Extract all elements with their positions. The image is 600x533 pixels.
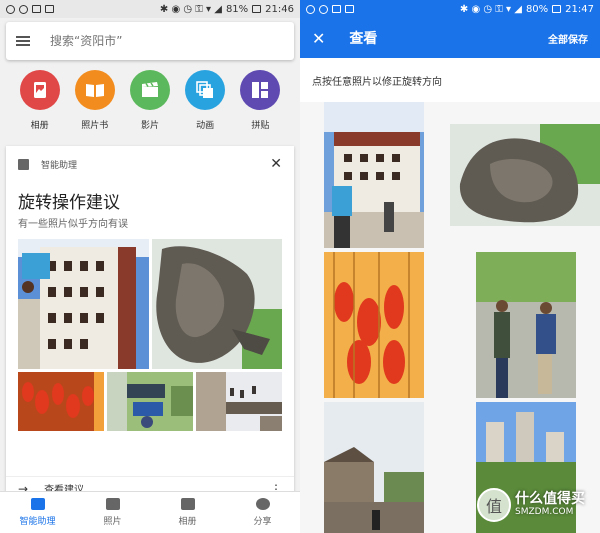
save-all-button[interactable]: 全部保存 <box>548 31 588 46</box>
watermark-text: 什么值得买 SMZDM.COM <box>515 491 585 517</box>
card-header-label: 智能助理 <box>41 160 78 171</box>
battery-level: 80% <box>525 3 549 15</box>
nav-label: 智能助理 <box>19 517 56 527</box>
watermark-line1: 什么值得买 <box>515 491 585 508</box>
photobook-icon[interactable] <box>74 70 115 110</box>
photo-thumbnail[interactable] <box>18 372 104 431</box>
photos-nav-icon <box>105 498 120 510</box>
suggestion-photo-grid <box>18 239 282 431</box>
nav-label: 分享 <box>253 517 272 527</box>
sharing-nav-icon <box>255 498 270 510</box>
assistant-icon <box>18 158 29 170</box>
activity-notification-icon <box>345 5 354 13</box>
create-actions: 相册 照片书 影片 动画 拼贴 <box>0 70 300 131</box>
watermark: 值 什么值得买 SMZDM.COM <box>477 488 585 522</box>
card-title: 旋转操作建议 <box>18 193 120 213</box>
app-notification-icon <box>306 4 315 14</box>
menu-icon[interactable] <box>16 36 30 46</box>
albums-nav-icon <box>180 498 195 510</box>
photo-thumbnail[interactable] <box>196 372 282 431</box>
action-label: 相册 <box>30 121 49 131</box>
photo-thumbnail[interactable] <box>324 402 424 533</box>
status-bar: ✱ ◉ ◷ ⚿ ▾ ◢ 81% 21:46 <box>0 0 300 18</box>
rotation-suggestion-card[interactable]: 智能助理 ✕ 旋转操作建议 有一些照片似乎方向有误 → ⋮ <box>6 146 294 496</box>
right-screen: ✱ ◉ ◷ ⚿ ▾ ◢ 80% 21:47 ✕ 查看 全部保存 点按任意照片以修… <box>300 0 600 533</box>
photo-thumbnail[interactable] <box>324 252 424 398</box>
notification-icons <box>6 4 54 14</box>
photo-thumbnail[interactable] <box>476 252 576 398</box>
action-collage[interactable]: 拼贴 <box>235 70 285 131</box>
search-input[interactable] <box>50 34 250 48</box>
action-photobook[interactable]: 照片书 <box>70 70 120 131</box>
page-title: 查看 <box>349 31 378 47</box>
system-icons: ✱ ◉ ◷ ⚿ ▾ ◢ <box>459 3 522 15</box>
image-notification-icon <box>32 5 41 13</box>
close-icon[interactable]: ✕ <box>312 29 325 48</box>
notification-icons <box>306 4 354 14</box>
photo-thumbnail[interactable] <box>18 239 149 369</box>
album-icon[interactable] <box>19 70 60 110</box>
action-label: 拼贴 <box>251 121 270 131</box>
card-header: 智能助理 ✕ <box>6 146 294 182</box>
image-notification-icon <box>332 5 341 13</box>
action-movie[interactable]: 影片 <box>125 70 175 131</box>
collage-icon[interactable] <box>240 70 281 110</box>
animation-icon[interactable] <box>185 70 226 110</box>
watermark-logo: 值 <box>477 488 511 522</box>
app-bar: ✕ 查看 全部保存 <box>300 18 600 58</box>
nav-photos[interactable]: 照片 <box>75 492 150 533</box>
bottom-navigation: 智能助理 照片 相册 分享 <box>0 491 300 533</box>
nav-assistant[interactable]: 智能助理 <box>0 492 75 533</box>
left-screen: ✱ ◉ ◷ ⚿ ▾ ◢ 81% 21:46 相册 照片书 影片 <box>0 0 300 533</box>
search-bar[interactable] <box>6 22 294 60</box>
battery-icon <box>552 5 562 13</box>
photo-thumbnail[interactable] <box>324 102 424 248</box>
nav-label: 相册 <box>178 517 197 527</box>
photo-thumbnail[interactable] <box>450 124 600 226</box>
battery-level: 81% <box>225 3 249 15</box>
rotation-gallery <box>300 102 600 533</box>
photo-thumbnail[interactable] <box>107 372 193 431</box>
clock: 21:47 <box>565 3 594 15</box>
action-label: 动画 <box>196 121 215 131</box>
clock: 21:46 <box>265 3 294 15</box>
nav-sharing[interactable]: 分享 <box>225 492 300 533</box>
system-icons: ✱ ◉ ◷ ⚿ ▾ ◢ <box>159 3 222 15</box>
instruction-text: 点按任意照片以修正旋转方向 <box>312 76 442 88</box>
app-notification-icon <box>6 4 15 14</box>
status-bar: ✱ ◉ ◷ ⚿ ▾ ◢ 80% 21:47 <box>300 0 600 18</box>
nav-albums[interactable]: 相册 <box>150 492 225 533</box>
movie-icon[interactable] <box>129 70 170 110</box>
watermark-line2: SMZDM.COM <box>515 506 574 517</box>
assistant-nav-icon <box>30 498 45 510</box>
battery-icon <box>252 5 262 13</box>
chat-notification-icon <box>19 4 28 14</box>
action-animation[interactable]: 动画 <box>180 70 230 131</box>
action-label: 影片 <box>140 121 159 131</box>
action-album[interactable]: 相册 <box>15 70 65 131</box>
photo-thumbnail[interactable] <box>152 239 282 369</box>
action-label: 照片书 <box>81 121 109 131</box>
close-icon[interactable]: ✕ <box>270 156 282 172</box>
card-subtitle: 有一些照片似乎方向有误 <box>18 219 128 230</box>
activity-notification-icon <box>45 5 54 13</box>
nav-label: 照片 <box>103 517 122 527</box>
chat-notification-icon <box>319 4 328 14</box>
